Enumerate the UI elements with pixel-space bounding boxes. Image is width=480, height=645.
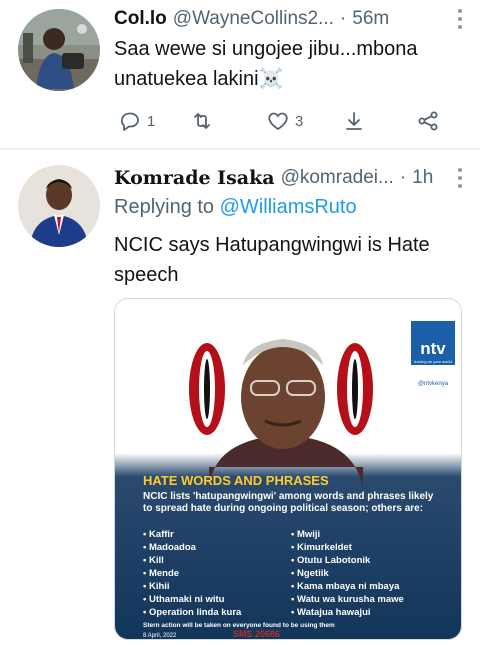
reply-button[interactable]: 1 (118, 106, 155, 136)
hate-word-item: • Kihii (143, 581, 170, 592)
media-footer: Stern action will be taken on everyone f… (143, 622, 335, 629)
reply-icon (121, 112, 139, 131)
hate-word-item: • Uthamaki ni witu (143, 594, 225, 605)
avatar[interactable] (18, 9, 100, 91)
tweet-header: Col.lo @WayneCollins2... · 56m (114, 5, 466, 33)
tweet-divider (0, 148, 480, 150)
reply-count: 1 (147, 112, 156, 130)
timestamp[interactable]: 1h (412, 167, 433, 189)
hate-word-item: • Kimurkeldet (291, 542, 353, 553)
hate-word-item: • Operation linda kura (143, 607, 242, 618)
hate-word-item: • Kill (143, 555, 164, 566)
media-subheading: NCIC lists 'hatupangwingwi' among words … (143, 491, 434, 514)
hate-word-item: • Otutu Labotonik (291, 555, 371, 566)
hate-word-item: • Mwiji (291, 529, 320, 540)
hate-word-item: • Madoadoa (143, 542, 197, 553)
hate-word-item: • Mende (143, 568, 179, 579)
tweet-text: NCIC says Hatupangwingwi is Hate speech (114, 234, 430, 286)
display-name[interactable]: Komrade Isaka (114, 167, 275, 189)
timestamp[interactable]: 56m (352, 8, 389, 30)
separator: · (399, 167, 407, 188)
tweet-media-image[interactable]: ntv turning on your world @ntvkenya HATE… (114, 298, 462, 640)
tweet-text: Saa wewe si ungojee jibu...mbona unatuek… (114, 38, 418, 90)
media-heading: HATE WORDS AND PHRASES (143, 473, 329, 488)
media-date: 8 April, 2022 (143, 633, 177, 639)
sms-code: SMS 20686 (233, 629, 280, 639)
hate-word-item: • Watajua hawajui (291, 607, 371, 618)
hate-word-item: • Watu wa kurusha mawe (291, 594, 404, 605)
replying-prefix: Replying to (114, 196, 220, 218)
like-button[interactable]: 3 (266, 106, 303, 136)
hate-word-item: • Kaffir (143, 529, 174, 540)
mention-link[interactable]: @WilliamsRuto (220, 196, 357, 218)
like-count: 3 (295, 112, 304, 130)
tweet[interactable]: Col.lo @WayneCollins2... · 56m Saa wewe … (0, 0, 480, 148)
replying-to: Replying to @WilliamsRuto (114, 196, 357, 219)
hate-word-item: • Kama mbaya ni mbaya (291, 581, 400, 592)
social-handle: @ntvkenya (418, 381, 449, 387)
more-options-icon[interactable] (450, 166, 470, 190)
channel-tagline: turning on your world (414, 359, 451, 364)
display-name[interactable]: Col.lo (114, 8, 167, 30)
tweet[interactable]: Komrade Isaka @komradei... · 1h Replying… (0, 152, 480, 645)
user-handle[interactable]: @komradei... (281, 167, 394, 189)
download-button[interactable] (342, 106, 366, 136)
retweet-icon (194, 113, 210, 129)
more-options-icon[interactable] (450, 7, 470, 31)
user-handle[interactable]: @WayneCollins2... (173, 8, 334, 30)
separator: · (339, 8, 347, 29)
hate-word-item: • Ngetiik (291, 568, 329, 579)
tweet-actions: 1 3 (114, 106, 460, 136)
heart-icon (268, 112, 288, 130)
share-icon (418, 111, 438, 131)
ntv-logo: ntv (420, 339, 446, 358)
avatar[interactable] (18, 165, 100, 247)
retweet-button[interactable] (190, 106, 219, 136)
download-icon (346, 112, 362, 130)
tweet-header: Komrade Isaka @komradei... · 1h (114, 164, 466, 192)
share-button[interactable] (416, 106, 440, 136)
